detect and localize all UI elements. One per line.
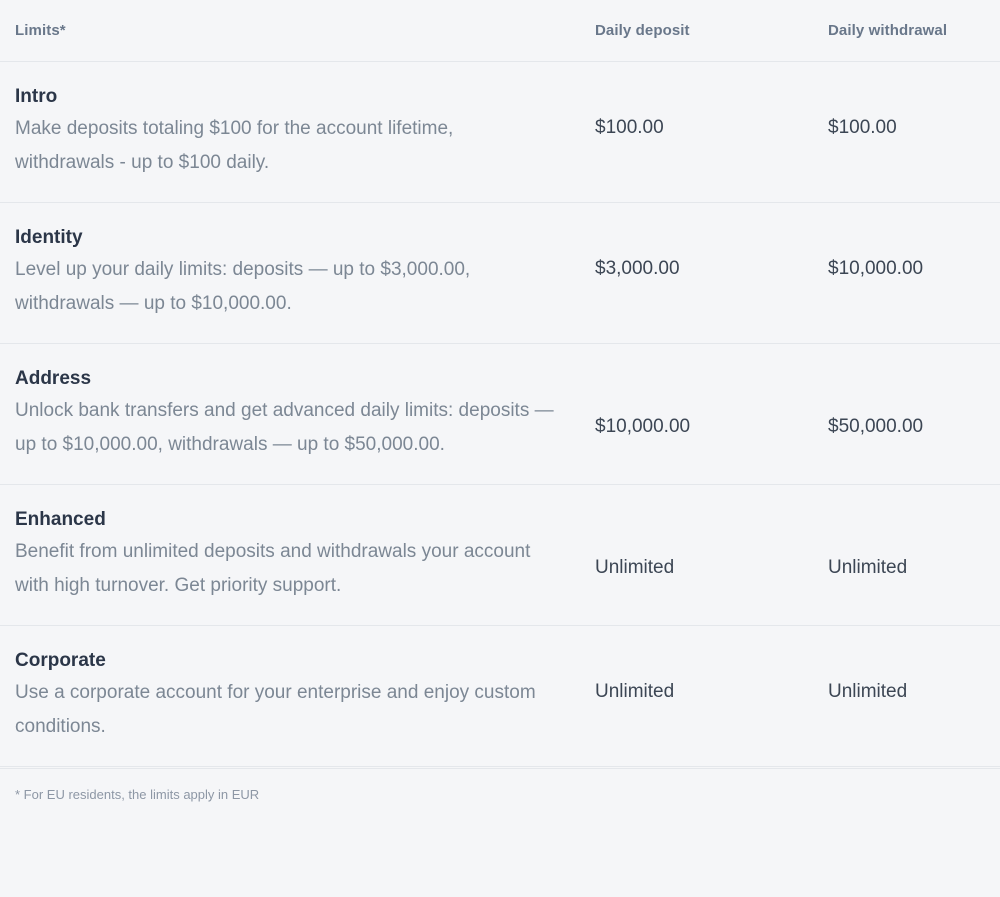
tier-cell: Intro Make deposits totaling $100 for th… <box>15 84 595 180</box>
table-row: Enhanced Benefit from unlimited deposits… <box>0 485 1000 626</box>
table-row: Intro Make deposits totaling $100 for th… <box>0 62 1000 203</box>
table-row: Address Unlock bank transfers and get ad… <box>0 344 1000 485</box>
tier-name: Address <box>15 368 92 389</box>
tier-cell: Enhanced Benefit from unlimited deposits… <box>15 507 595 603</box>
column-header-limits: Limits* <box>15 22 66 39</box>
daily-withdrawal-value: $50,000.00 <box>828 416 924 437</box>
tier-description: Unlock bank transfers and get advanced d… <box>15 400 554 455</box>
daily-deposit-value: $100.00 <box>595 117 664 138</box>
tier-description: Benefit from unlimited deposits and with… <box>15 541 531 596</box>
tier-cell: Address Unlock bank transfers and get ad… <box>15 366 595 462</box>
tier-description: Level up your daily limits: deposits — u… <box>15 259 471 314</box>
tier-description: Use a corporate account for your enterpr… <box>15 682 536 737</box>
column-header-daily-withdrawal: Daily withdrawal <box>828 22 948 39</box>
limits-table: Limits* Daily deposit Daily withdrawal I… <box>0 0 1000 805</box>
table-header-row: Limits* Daily deposit Daily withdrawal <box>0 0 1000 62</box>
tier-name: Intro <box>15 86 58 107</box>
daily-withdrawal-value: $100.00 <box>828 117 897 138</box>
table-row: Corporate Use a corporate account for yo… <box>0 626 1000 767</box>
tier-cell: Identity Level up your daily limits: dep… <box>15 225 595 321</box>
daily-withdrawal-value: $10,000.00 <box>828 258 924 279</box>
tier-description: Make deposits totaling $100 for the acco… <box>15 118 454 173</box>
table-row: Identity Level up your daily limits: dep… <box>0 203 1000 344</box>
table-footer: * For EU residents, the limits apply in … <box>0 768 1000 805</box>
footnote-text: * For EU residents, the limits apply in … <box>15 787 260 802</box>
daily-withdrawal-value: Unlimited <box>828 681 908 702</box>
daily-deposit-value: Unlimited <box>595 557 675 578</box>
daily-withdrawal-value: Unlimited <box>828 557 908 578</box>
daily-deposit-value: $3,000.00 <box>595 258 680 279</box>
tier-name: Corporate <box>15 650 106 671</box>
daily-deposit-value: Unlimited <box>595 681 675 702</box>
column-header-daily-deposit: Daily deposit <box>595 22 690 39</box>
tier-name: Identity <box>15 227 83 248</box>
tier-cell: Corporate Use a corporate account for yo… <box>15 648 595 744</box>
tier-name: Enhanced <box>15 509 106 530</box>
daily-deposit-value: $10,000.00 <box>595 416 691 437</box>
